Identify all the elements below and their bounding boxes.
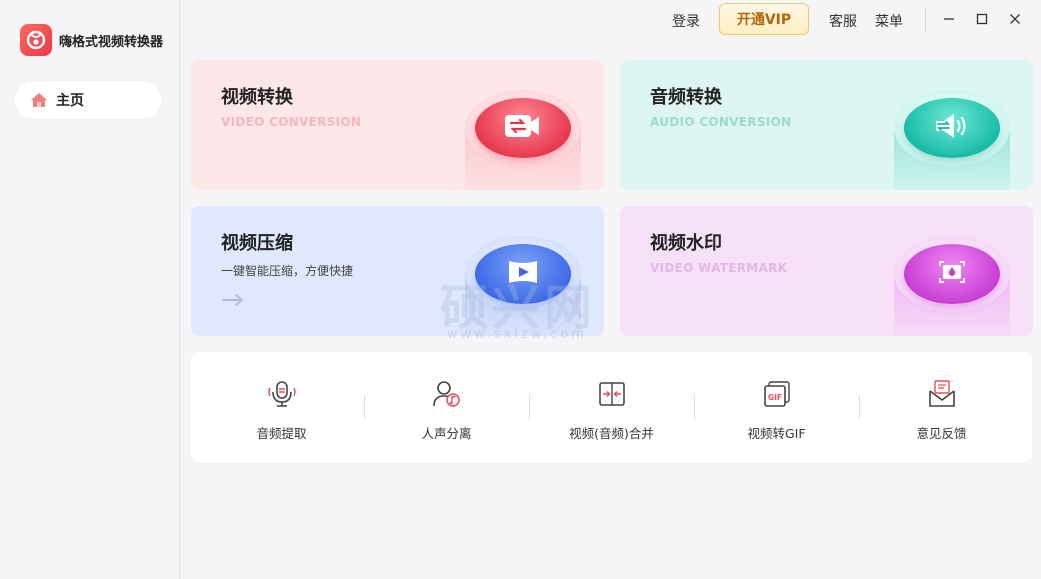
app-brand: 嗨格式视频转换器: [20, 24, 163, 56]
arrow-right-icon: [221, 292, 245, 311]
customer-service-link[interactable]: 客服: [829, 11, 857, 31]
tool-feedback[interactable]: 意见反馈: [859, 352, 1024, 462]
video-watermark-illustration: [894, 236, 1010, 336]
tool-label: 视频转GIF: [747, 426, 806, 441]
video-conversion-card[interactable]: 视频转换 VIDEO CONVERSION: [191, 60, 604, 190]
menu-link[interactable]: 菜单: [875, 11, 903, 31]
tool-label: 音频提取: [256, 426, 307, 441]
tool-voice-separation[interactable]: 人声分离: [364, 352, 529, 462]
card-subtitle: AUDIO CONVERSION: [650, 115, 792, 129]
sidebar: 嗨格式视频转换器 主页: [0, 0, 180, 579]
sidebar-item-home[interactable]: 主页: [15, 82, 161, 118]
feedback-mail-icon: [928, 380, 955, 407]
audio-conversion-illustration: [894, 90, 1010, 190]
app-logo-icon: [20, 24, 52, 56]
card-title: 视频水印: [650, 233, 722, 254]
minimize-button[interactable]: [939, 9, 959, 29]
video-compression-card[interactable]: 视频压缩 一键智能压缩，方便快捷: [191, 206, 604, 336]
watermark-drop-icon: [932, 256, 972, 288]
sidebar-item-label: 主页: [56, 93, 84, 109]
tool-merge[interactable]: 视频(音频)合并: [529, 352, 694, 462]
vip-button[interactable]: 开通VIP: [719, 3, 809, 35]
maximize-button[interactable]: [972, 9, 992, 29]
tool-video-to-gif[interactable]: GIF 视频转GIF: [694, 352, 859, 462]
tool-label: 人声分离: [421, 426, 472, 441]
close-button[interactable]: [1005, 9, 1025, 29]
video-watermark-card[interactable]: 视频水印 VIDEO WATERMARK: [620, 206, 1033, 336]
card-title: 音频转换: [650, 87, 722, 108]
top-bar: [180, 0, 1041, 40]
close-icon: [1010, 14, 1020, 24]
topbar-divider: [925, 9, 926, 31]
merge-icon: [598, 382, 625, 406]
audio-convert-icon: [932, 110, 972, 142]
card-subtitle: VIDEO CONVERSION: [221, 115, 362, 129]
login-link[interactable]: 登录: [672, 11, 700, 31]
quick-tools-panel: 音频提取 人声分离 视频(音频)合并 GIF 视频转GIF 意见反馈: [191, 352, 1032, 462]
card-title: 视频压缩: [221, 233, 293, 254]
card-title: 视频转换: [221, 87, 293, 108]
tool-audio-extract[interactable]: 音频提取: [199, 352, 364, 462]
gif-icon: GIF: [763, 381, 790, 407]
home-icon: [31, 93, 47, 107]
video-convert-icon: [503, 110, 543, 142]
microphone-icon: [267, 381, 296, 407]
video-conversion-illustration: [465, 90, 581, 190]
video-compress-icon: [503, 256, 543, 288]
tool-label: 视频(音频)合并: [569, 426, 654, 441]
video-compression-illustration: [465, 236, 581, 336]
card-description: 一键智能压缩，方便快捷: [221, 264, 354, 278]
tool-label: 意见反馈: [916, 426, 967, 441]
minimize-icon: [944, 18, 954, 20]
audio-conversion-card[interactable]: 音频转换 AUDIO CONVERSION: [620, 60, 1033, 190]
maximize-icon: [976, 13, 988, 25]
voice-separation-icon: [432, 381, 460, 407]
svg-text:GIF: GIF: [767, 393, 781, 402]
app-name: 嗨格式视频转换器: [59, 34, 164, 50]
card-subtitle: VIDEO WATERMARK: [650, 261, 788, 275]
